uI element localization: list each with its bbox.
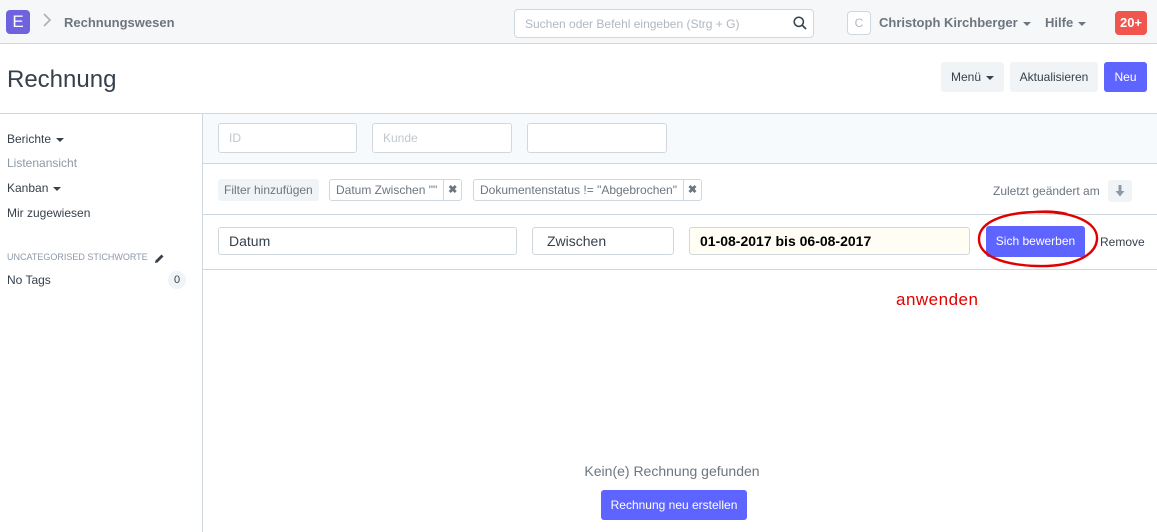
menu-button-label: Menü bbox=[950, 70, 982, 84]
caret-down-icon bbox=[56, 137, 65, 142]
user-name: Christoph Kirchberger bbox=[879, 15, 1018, 30]
customer-filter-input[interactable] bbox=[372, 123, 512, 153]
add-filter-button[interactable]: Filter hinzufügen bbox=[218, 179, 319, 201]
sort-order-button[interactable] bbox=[1108, 180, 1132, 202]
sort-selector[interactable]: Zuletzt geändert am bbox=[993, 184, 1100, 198]
filter-chip-status[interactable]: Dokumentenstatus != "Abgebrochen" ✖ bbox=[473, 179, 702, 201]
sidebar-item-no-tags[interactable]: No Tags bbox=[7, 273, 51, 287]
top-navbar: E Rechnungswesen C Christoph Kirchberger… bbox=[0, 0, 1157, 44]
search-icon[interactable] bbox=[793, 16, 807, 30]
caret-down-icon bbox=[1078, 21, 1087, 26]
new-button[interactable]: Neu bbox=[1104, 62, 1147, 92]
create-invoice-button[interactable]: Rechnung neu erstellen bbox=[601, 490, 747, 520]
sidebar-item-list-view[interactable]: Listenansicht bbox=[7, 156, 77, 170]
annotation-label: anwenden bbox=[896, 290, 979, 309]
filter-chip-date[interactable]: Datum Zwischen "" ✖ bbox=[329, 179, 463, 201]
main-divider bbox=[202, 113, 203, 532]
id-filter-input[interactable] bbox=[218, 123, 357, 153]
caret-down-icon bbox=[1022, 21, 1031, 26]
menu-button[interactable]: Menü bbox=[941, 62, 1004, 92]
close-icon[interactable]: ✖ bbox=[443, 180, 461, 200]
extra-filter-input[interactable] bbox=[527, 123, 667, 153]
sidebar-item-label: Kanban bbox=[7, 181, 49, 195]
close-icon[interactable]: ✖ bbox=[682, 180, 701, 200]
sidebar-item-label: Berichte bbox=[7, 132, 52, 146]
search-input[interactable] bbox=[514, 9, 814, 38]
filter-chip-label: Datum Zwischen "" bbox=[336, 183, 438, 197]
tags-heading: UNCATEGORISED STICHWORTE bbox=[7, 252, 148, 262]
user-menu[interactable]: Christoph Kirchberger bbox=[879, 15, 1031, 30]
refresh-button[interactable]: Aktualisieren bbox=[1010, 62, 1098, 92]
app-logo[interactable]: E bbox=[6, 10, 30, 34]
page-title: Rechnung bbox=[7, 66, 117, 93]
annotation-circle bbox=[977, 209, 1099, 269]
avatar[interactable]: C bbox=[847, 11, 871, 35]
editor-divider bbox=[203, 269, 1157, 270]
empty-state-message: Kein(e) Rechnung gefunden bbox=[584, 463, 760, 479]
filter-chip-label: Dokumentenstatus != "Abgebrochen" bbox=[480, 183, 677, 197]
caret-down-icon bbox=[986, 75, 995, 80]
chevron-right-icon bbox=[42, 12, 52, 31]
sidebar-item-kanban[interactable]: Kanban bbox=[7, 181, 62, 195]
sidebar-item-assigned-to-me[interactable]: Mir zugewiesen bbox=[7, 206, 90, 220]
notification-badge[interactable]: 20+ bbox=[1115, 11, 1147, 35]
help-label: Hilfe bbox=[1045, 15, 1074, 30]
pencil-icon[interactable] bbox=[154, 251, 165, 263]
remove-filter-link[interactable]: Remove bbox=[1100, 235, 1145, 249]
breadcrumb[interactable]: Rechnungswesen bbox=[64, 15, 175, 30]
help-menu[interactable]: Hilfe bbox=[1045, 15, 1087, 30]
tag-count-badge: 0 bbox=[168, 271, 186, 289]
caret-down-icon bbox=[53, 186, 62, 191]
filter-field-select[interactable]: Datum bbox=[218, 227, 517, 255]
sort-descending-icon bbox=[1113, 184, 1127, 198]
filter-value-input[interactable]: 01-08-2017 bis 06-08-2017 bbox=[689, 227, 970, 255]
sidebar-item-reports[interactable]: Berichte bbox=[7, 132, 65, 146]
filter-condition-select[interactable]: Zwischen bbox=[532, 227, 674, 255]
